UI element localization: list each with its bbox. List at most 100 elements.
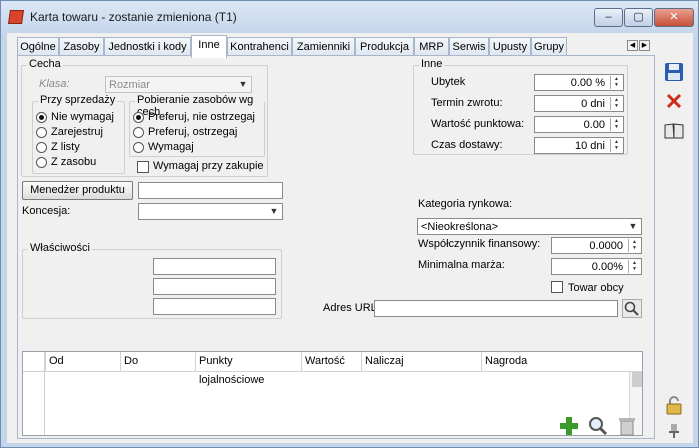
wartosc-punktowa-label: Wartość punktowa: — [431, 118, 525, 130]
radio-z-listy-label[interactable]: Z listy — [51, 141, 80, 153]
adres-url-input[interactable] — [374, 300, 618, 317]
czas-dostawy-label: Czas dostawy: — [431, 139, 503, 151]
wartosc-punktowa-input[interactable]: 0.00 ▲ ▼ — [534, 116, 624, 133]
wlasciwosc-input-3[interactable] — [153, 298, 276, 315]
window: Karta towaru - zostanie zmieniona (T1) –… — [0, 0, 699, 448]
col-wartosc[interactable]: Wartość — [301, 352, 361, 372]
minimalna-marza-label: Minimalna marża: — [418, 259, 505, 271]
tab-kontrahenci[interactable]: Kontrahenci — [227, 37, 292, 57]
tab-zamienniki[interactable]: Zamienniki — [292, 37, 355, 57]
globe-search-icon[interactable] — [622, 299, 642, 318]
titlebar: Karta towaru - zostanie zmieniona (T1) –… — [1, 1, 698, 33]
towar-obcy-checkbox[interactable] — [551, 281, 563, 293]
radio-z-zasobu[interactable] — [36, 157, 47, 168]
col-punkty-lojalnosciowe[interactable]: Punkty lojalnościowe — [195, 352, 301, 386]
close-button[interactable]: ✕ — [654, 8, 694, 27]
kategoria-rynkowa-value: <Nieokreślona> — [421, 221, 499, 233]
spin-arrows-icon[interactable]: ▲ ▼ — [628, 239, 640, 252]
koncesja-select[interactable]: ▼ — [138, 203, 283, 220]
search-icon[interactable] — [587, 415, 609, 437]
tab-produkcja[interactable]: Produkcja — [355, 37, 414, 57]
tab-grupy[interactable]: Grupy — [531, 37, 567, 57]
maximize-button[interactable]: ▢ — [624, 8, 653, 27]
klasa-select: Rozmiar ▼ — [105, 76, 252, 93]
radio-z-listy[interactable] — [36, 142, 47, 153]
tab-upusty[interactable]: Upusty — [489, 37, 531, 57]
radio-wymagaj[interactable] — [133, 142, 144, 153]
towar-obcy-label[interactable]: Towar obcy — [568, 282, 624, 294]
radio-zarejestruj[interactable] — [36, 127, 47, 138]
wspolczynnik-value: 0.0000 — [589, 240, 623, 252]
add-icon[interactable] — [558, 415, 580, 437]
przy-sprzedazy-title: Przy sprzedaży — [38, 94, 118, 106]
radio-preferuj-ostrzegaj-label[interactable]: Preferuj, ostrzegaj — [148, 126, 237, 138]
klasa-label: Klasa: — [39, 78, 70, 90]
chevron-down-icon[interactable]: ▼ — [625, 219, 641, 234]
wymagaj-przy-zakupie-label[interactable]: Wymagaj przy zakupie — [153, 160, 264, 172]
radio-preferuj-nie-ostrzegaj[interactable] — [133, 112, 144, 123]
termin-zwrotu-input[interactable]: 0 dni ▲ ▼ — [534, 95, 624, 112]
minimalna-marza-value: 0.00% — [591, 261, 623, 273]
czas-dostawy-value: 10 dni — [575, 140, 605, 152]
przy-sprzedazy-group: Przy sprzedaży Nie wymagaj Zarejestruj Z… — [32, 94, 125, 174]
radio-z-zasobu-label[interactable]: Z zasobu — [51, 156, 96, 168]
spin-arrows-icon[interactable]: ▲ ▼ — [610, 76, 622, 89]
radio-preferuj-ostrzegaj[interactable] — [133, 127, 144, 138]
radio-nie-wymagaj[interactable] — [36, 112, 47, 123]
col-nagroda[interactable]: Nagroda — [481, 352, 629, 372]
spin-arrows-icon[interactable]: ▲ ▼ — [610, 139, 622, 152]
pin-icon[interactable] — [663, 420, 685, 442]
radio-zarejestruj-label[interactable]: Zarejestruj — [51, 126, 103, 138]
tab-ogolne[interactable]: Ogólne — [17, 37, 59, 57]
radio-preferuj-nie-ostrzegaj-label[interactable]: Preferuj, nie ostrzegaj — [148, 111, 255, 123]
chevron-down-icon[interactable]: ▼ — [266, 204, 282, 219]
ubytek-input[interactable]: 0.00 % ▲ ▼ — [534, 74, 624, 91]
minimize-button[interactable]: – — [594, 8, 623, 27]
inne-group: Inne Ubytek 0.00 % ▲ ▼ Termin zwrotu: 0 d… — [413, 58, 628, 155]
wartosc-punktowa-value: 0.00 — [583, 119, 605, 131]
ubytek-label: Ubytek — [431, 76, 466, 88]
grid-header: Od Do Punkty lojalnościowe Wartość Nalic… — [23, 352, 642, 386]
trash-icon[interactable] — [616, 415, 638, 437]
tab-scroll-right-icon[interactable]: ▶ — [639, 40, 650, 51]
kategoria-rynkowa-select[interactable]: <Nieokreślona> ▼ — [417, 218, 642, 235]
termin-zwrotu-label: Termin zwrotu: — [431, 97, 503, 109]
inne-title: Inne — [419, 58, 445, 70]
tab-zasoby[interactable]: Zasoby — [59, 37, 104, 57]
tab-scroll-left-icon[interactable]: ◀ — [627, 40, 638, 51]
lock-icon[interactable] — [663, 394, 685, 416]
tab-page-inne: Cecha Klasa: Rozmiar ▼ Przy sprzedaży Ni… — [17, 55, 655, 439]
delete-icon[interactable] — [663, 90, 685, 112]
wlasciwosc-input-1[interactable] — [153, 258, 276, 275]
cecha-title: Cecha — [27, 58, 63, 70]
spin-arrows-icon[interactable]: ▲ ▼ — [610, 97, 622, 110]
tab-serwis[interactable]: Serwis — [449, 37, 489, 57]
wlasciwosci-group: Właściwości — [22, 242, 282, 319]
spin-arrows-icon[interactable]: ▲ ▼ — [610, 118, 622, 131]
cecha-group: Cecha Klasa: Rozmiar ▼ Przy sprzedaży Ni… — [21, 58, 268, 177]
wspolczynnik-input[interactable]: 0.0000 ▲ ▼ — [551, 237, 642, 254]
tab-jednostki[interactable]: Jednostki i kody — [104, 37, 191, 57]
save-icon[interactable] — [663, 61, 685, 83]
menedzer-produktu-button[interactable]: Menedżer produktu — [22, 181, 133, 200]
scrollbar-thumb[interactable] — [632, 372, 642, 387]
radio-nie-wymagaj-label[interactable]: Nie wymagaj — [51, 111, 114, 123]
spin-arrows-icon[interactable]: ▲ ▼ — [628, 260, 640, 273]
book-icon[interactable] — [663, 120, 685, 142]
klasa-value: Rozmiar — [109, 79, 150, 91]
col-od[interactable]: Od — [45, 352, 120, 372]
tab-inne[interactable]: Inne — [191, 35, 227, 58]
chevron-down-icon: ▼ — [238, 79, 248, 89]
wlasciwosci-title: Właściwości — [28, 242, 92, 254]
termin-zwrotu-value: 0 dni — [581, 98, 605, 110]
menedzer-produktu-input[interactable] — [138, 182, 283, 199]
minimalna-marza-input[interactable]: 0.00% ▲ ▼ — [551, 258, 642, 275]
col-do[interactable]: Do — [120, 352, 195, 372]
wlasciwosc-input-2[interactable] — [153, 278, 276, 295]
pobieranie-group: Pobieranie zasobów wg cech Preferuj, nie… — [129, 94, 265, 157]
radio-wymagaj-label[interactable]: Wymagaj — [148, 141, 194, 153]
col-naliczaj[interactable]: Naliczaj — [361, 352, 481, 372]
wymagaj-przy-zakupie-checkbox[interactable] — [137, 161, 149, 173]
czas-dostawy-input[interactable]: 10 dni ▲ ▼ — [534, 137, 624, 154]
tab-mrp[interactable]: MRP — [414, 37, 449, 57]
